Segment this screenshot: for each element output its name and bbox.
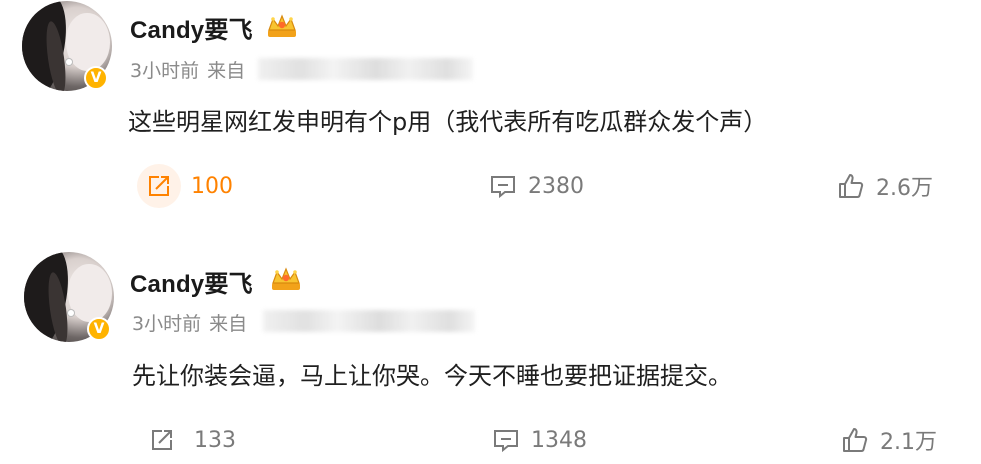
username[interactable]: Candy要飞 (130, 10, 253, 45)
comment-icon (494, 430, 518, 453)
source-label: 来自 (209, 313, 248, 335)
comment-button[interactable]: 1348 (491, 418, 587, 462)
post-meta: 3小时前 来自 (132, 309, 247, 336)
blurred-source (258, 58, 473, 80)
blurred-source (263, 310, 475, 332)
thumbs-up-icon (839, 174, 864, 198)
comment-count: 1348 (531, 427, 587, 453)
repost-button[interactable]: 100 (137, 164, 233, 208)
verified-badge-icon: V (87, 317, 111, 341)
comment-item: V Candy要飞 3小时前 来自 这些明星网红发申明有个p用（我代表所有吃瓜群众… (0, 0, 981, 232)
post-meta: 3小时前 来自 (130, 56, 245, 83)
comment-feed: V Candy要飞 3小时前 来自 这些明星网红发申明有个p用（我代表所有吃瓜群众… (0, 0, 981, 464)
comment-text: 这些明星网红发申明有个p用（我代表所有吃瓜群众发个声） (128, 108, 768, 136)
share-icon (137, 164, 181, 208)
thumbs-up-icon (843, 428, 868, 452)
comment-count: 2380 (528, 173, 584, 199)
repost-count: 100 (191, 173, 233, 199)
like-button[interactable]: 2.1万 (840, 418, 937, 462)
comment-text: 先让你装会逼，马上让你哭。今天不睡也要把证据提交。 (132, 362, 732, 390)
comment-button[interactable]: 2380 (488, 164, 584, 208)
timestamp: 3小时前 (130, 60, 200, 82)
comment-icon (491, 176, 515, 199)
repost-count: 133 (194, 427, 236, 453)
like-count: 2.1万 (880, 430, 937, 455)
comment-item: V Candy要飞 3小时前 来自 先让你装会逼，马上让你哭。今天不睡也要把证据提… (0, 252, 981, 464)
action-bar: 133 1348 2.1万 (0, 418, 981, 462)
action-bar: 100 2380 2.6万 (0, 164, 981, 208)
verified-badge-icon: V (84, 66, 108, 90)
crown-icon (272, 267, 300, 290)
repost-button[interactable]: 133 (140, 418, 236, 462)
share-icon (140, 418, 184, 462)
username[interactable]: Candy要飞 (130, 264, 253, 299)
timestamp: 3小时前 (132, 313, 202, 335)
crown-icon (268, 14, 296, 37)
source-label: 来自 (207, 60, 246, 82)
like-count: 2.6万 (876, 176, 933, 201)
like-button[interactable]: 2.6万 (836, 164, 933, 208)
